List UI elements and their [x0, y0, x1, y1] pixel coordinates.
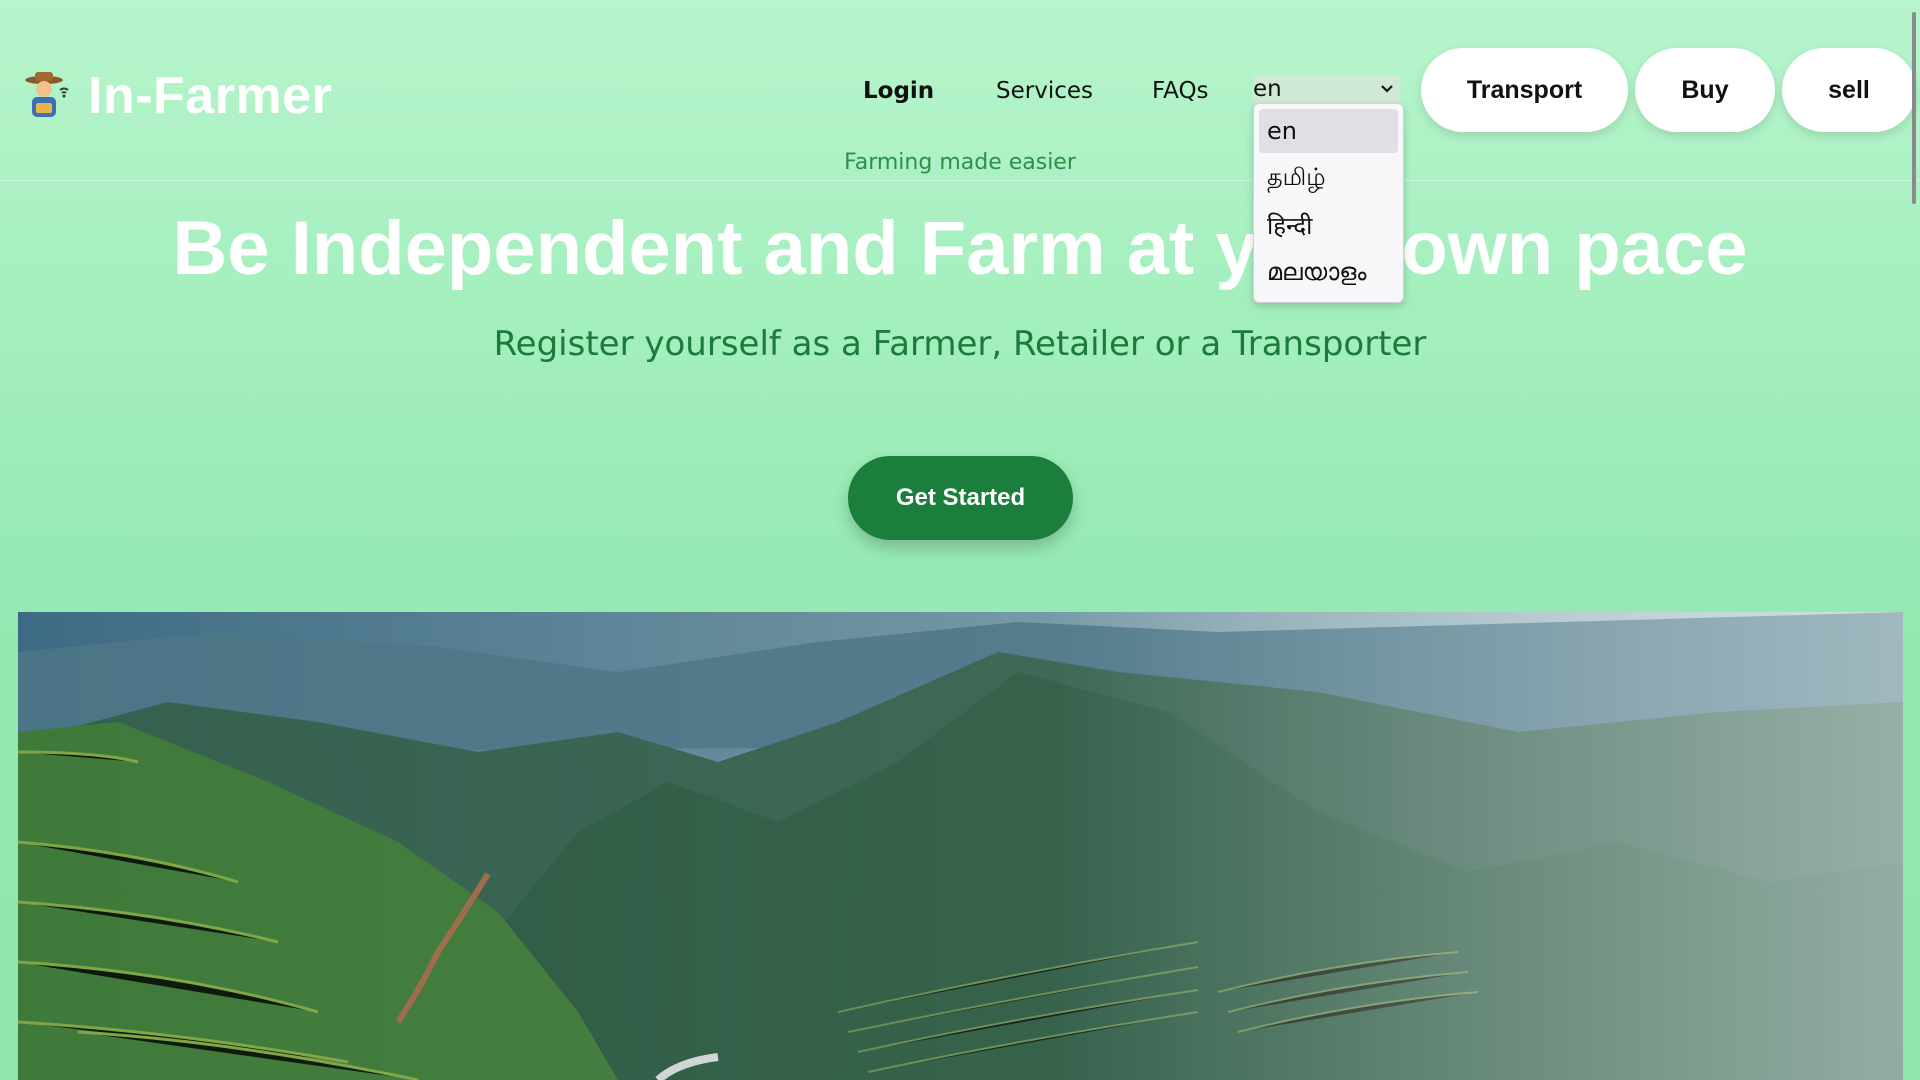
- nav-login[interactable]: Login: [863, 78, 934, 104]
- language-option-tamil[interactable]: தமிழ்: [1259, 156, 1398, 200]
- hero-landscape-image: [18, 612, 1903, 1080]
- nav-services[interactable]: Services: [996, 78, 1093, 104]
- language-selected-value: en: [1253, 76, 1282, 102]
- language-option-malayalam[interactable]: മലയാളം: [1259, 250, 1398, 294]
- transport-button[interactable]: Transport: [1421, 48, 1628, 132]
- nav-faqs[interactable]: FAQs: [1152, 78, 1209, 104]
- brand-logo[interactable]: In-Farmer: [24, 66, 332, 126]
- sell-button[interactable]: sell: [1782, 48, 1916, 132]
- chevron-down-icon: [1381, 85, 1393, 93]
- get-started-button[interactable]: Get Started: [848, 456, 1073, 540]
- hero-title: Be Independent and Farm at your own pace: [172, 206, 1748, 291]
- brand-name: In-Farmer: [88, 67, 333, 125]
- language-select[interactable]: en: [1253, 75, 1400, 103]
- farmer-icon: [25, 72, 69, 117]
- tagline: Farming made easier: [844, 150, 1076, 175]
- language-option-hindi[interactable]: हिन्दी: [1259, 203, 1398, 247]
- hero-subtitle: Register yourself as a Farmer, Retailer …: [493, 324, 1427, 364]
- page-scrollbar[interactable]: [1912, 12, 1916, 204]
- language-option-en[interactable]: en: [1259, 109, 1398, 153]
- language-dropdown-menu: en தமிழ் हिन्दी മലയാളം: [1253, 103, 1404, 303]
- buy-button[interactable]: Buy: [1635, 48, 1775, 132]
